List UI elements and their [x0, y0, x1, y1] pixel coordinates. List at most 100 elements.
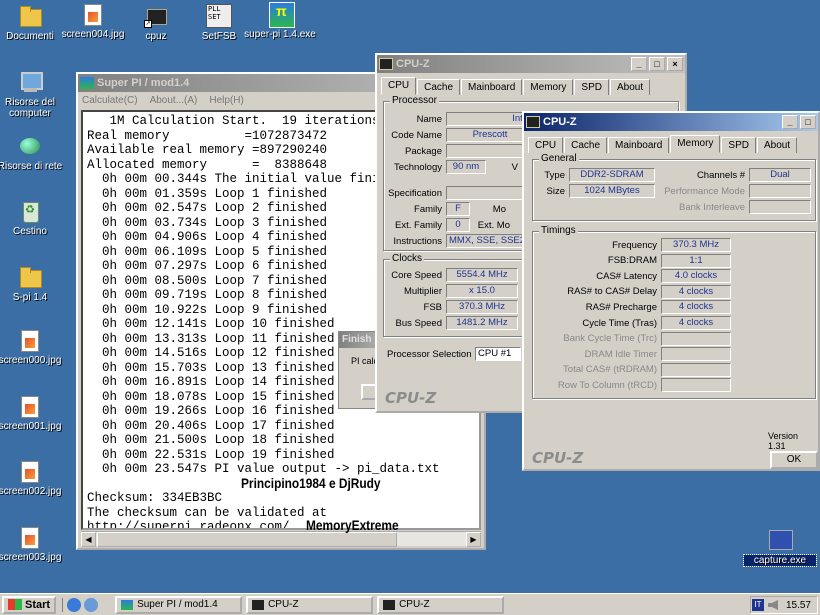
minimize-button[interactable]: _ — [782, 115, 798, 129]
timing-row: Total CAS# (tRDRAM) — [533, 362, 731, 377]
window-title: CPU-Z — [543, 116, 577, 128]
recycle-bin-icon — [18, 199, 42, 223]
timing-value: 1:1 — [661, 253, 731, 268]
timing-row: FSB:DRAM 1:1 — [533, 253, 731, 268]
scroll-right-icon[interactable]: ▶ — [466, 532, 481, 547]
menu-calculate[interactable]: Calculate(C) — [82, 95, 138, 106]
start-label: Start — [25, 598, 51, 611]
minimize-button[interactable]: _ — [631, 57, 647, 71]
taskbar-item-cpuz-2[interactable]: CPU-Z — [377, 595, 505, 614]
timing-label: CAS# Latency — [596, 270, 657, 282]
tab-cpu[interactable]: CPU — [528, 137, 564, 153]
desktop-icon-my-computer[interactable]: Risorse del computer — [0, 70, 66, 119]
quick-launch — [62, 597, 101, 612]
overlay-credit: Principino1984 e DjRudy — [241, 475, 381, 491]
desktop-icon-network[interactable]: Risorse di rete — [0, 134, 66, 172]
selection-group: Processor Selection CPU #1 — [383, 343, 523, 365]
tab-about[interactable]: About — [609, 79, 651, 95]
timing-value — [661, 347, 731, 362]
timing-label: DRAM Idle Timer — [584, 348, 657, 360]
timing-row: RAS# to CAS# Delay 4 clocks — [533, 284, 731, 299]
taskbar-item-cpuz-1[interactable]: CPU-Z — [246, 595, 374, 614]
image-file-icon — [21, 396, 39, 418]
scroll-left-icon[interactable]: ◀ — [81, 532, 96, 547]
tab-cpu[interactable]: CPU — [381, 77, 417, 95]
timing-label: Cycle Time (Tras) — [582, 317, 657, 329]
timing-label: FSB:DRAM — [607, 255, 657, 267]
output-line: 0h 00m 22.531s Loop 19 finished — [87, 447, 335, 462]
tab-spd[interactable]: SPD — [721, 137, 756, 153]
timing-label: Frequency — [612, 239, 657, 251]
image-file-icon — [21, 330, 39, 352]
maximize-button[interactable]: □ — [800, 115, 816, 129]
channels-value: Dual — [749, 168, 811, 182]
shortcut-arrow-icon: ↗ — [144, 20, 152, 28]
tab-memory[interactable]: Memory — [523, 79, 574, 95]
volume-icon[interactable] — [767, 600, 778, 610]
field-label: Multiplier — [403, 285, 442, 297]
tab-about[interactable]: About — [756, 137, 798, 153]
taskbar-item-label: Super PI / mod1.4 — [137, 599, 218, 610]
desktop-icon-screen003[interactable]: screen003.jpg — [0, 527, 66, 563]
language-indicator[interactable]: IT — [751, 599, 764, 611]
tab-mainboard[interactable]: Mainboard — [608, 137, 670, 153]
field-label: Package — [405, 145, 442, 157]
close-button[interactable]: × — [667, 57, 683, 71]
start-button[interactable]: Start — [2, 595, 57, 614]
version-label: Version 1.31 — [768, 431, 799, 451]
outlook-express-icon[interactable] — [84, 597, 99, 612]
timing-row: Row To Column (tRCD) — [533, 378, 731, 393]
field-label: Type — [544, 169, 565, 181]
tab-memory[interactable]: Memory — [670, 135, 721, 153]
taskbar: Start Super PI / mod1.4 CPU-Z CPU-Z IT 1… — [0, 593, 820, 615]
multiplier-value: x 15.0 — [446, 284, 518, 298]
system-tray: IT 15.57 — [750, 596, 818, 614]
tab-mainboard[interactable]: Mainboard — [461, 79, 523, 95]
desktop-icon-cpuz[interactable]: ↗ cpuz — [120, 4, 192, 42]
desktop-icon-screen004[interactable]: screen004.jpg — [57, 4, 129, 40]
processor-selection-dropdown[interactable]: CPU #1 — [475, 347, 521, 361]
cpuz-titlebar[interactable]: CPU-Z _ □ — [524, 113, 818, 131]
field-label: Name — [416, 113, 442, 125]
taskbar-item-superpi[interactable]: Super PI / mod1.4 — [115, 595, 243, 614]
output-line: http://superpi.radeonx.com/ — [87, 520, 290, 530]
tab-cache[interactable]: Cache — [564, 137, 608, 153]
desktop-icon-superpi[interactable]: super-pi 1.4.exe — [244, 2, 316, 40]
desktop-icon-label: S-pi 1.4 — [12, 292, 48, 303]
chip-icon: ↗ — [144, 4, 168, 28]
maximize-button[interactable]: □ — [649, 57, 665, 71]
desktop-icon-label: Risorse del computer — [4, 97, 56, 119]
menu-about[interactable]: About...(A) — [150, 95, 198, 106]
desktop-icon-label: screen004.jpg — [61, 29, 125, 40]
scrollbar-thumb[interactable] — [97, 532, 397, 547]
cpuz-app-icon — [379, 58, 393, 70]
timing-row: DRAM Idle Timer — [533, 347, 731, 362]
internet-explorer-icon[interactable] — [67, 597, 82, 612]
timing-value: 4 clocks — [661, 300, 731, 315]
desktop-icon-screen002[interactable]: screen002.jpg — [0, 461, 66, 497]
desktop-icon-screen000[interactable]: screen000.jpg — [0, 330, 66, 366]
menu-help[interactable]: Help(H) — [209, 95, 243, 106]
general-group: General Type DDR2-SDRAM Size 1024 MBytes C… — [532, 153, 816, 221]
tab-cache[interactable]: Cache — [417, 79, 461, 95]
cpuz-titlebar[interactable]: CPU-Z _ □ × — [377, 55, 685, 73]
timing-row: Bank Cycle Time (Trc) — [533, 331, 731, 346]
timing-label: RAS# to CAS# Delay — [567, 286, 657, 298]
tab-spd[interactable]: SPD — [574, 79, 609, 95]
clocks-group: Clocks Core Speed 5554.4 MHz Multiplier x … — [383, 253, 523, 337]
desktop-icon-capture[interactable]: capture.exe — [743, 528, 817, 567]
timing-value: 4 clocks — [661, 316, 731, 330]
window-title: CPU-Z — [396, 58, 430, 70]
desktop-icon-screen001[interactable]: screen001.jpg — [0, 396, 66, 432]
desktop-icon-spi[interactable]: S-pi 1.4 — [0, 265, 66, 303]
desktop-icon-recycle-bin[interactable]: Cestino — [0, 199, 66, 237]
desktop-icon-label: Cestino — [13, 226, 47, 237]
windows-flag-icon — [8, 599, 22, 610]
cpuz-logo: CPU-Z — [532, 449, 584, 467]
ok-button[interactable]: OK — [770, 451, 818, 469]
desktop-icon-label: Risorse di rete — [0, 161, 63, 172]
horizontal-scrollbar[interactable]: ◀ ▶ — [81, 531, 481, 547]
superpi-icon — [268, 2, 295, 28]
family-value: F — [446, 202, 470, 216]
timing-row: Frequency 370.3 MHz — [533, 238, 731, 252]
